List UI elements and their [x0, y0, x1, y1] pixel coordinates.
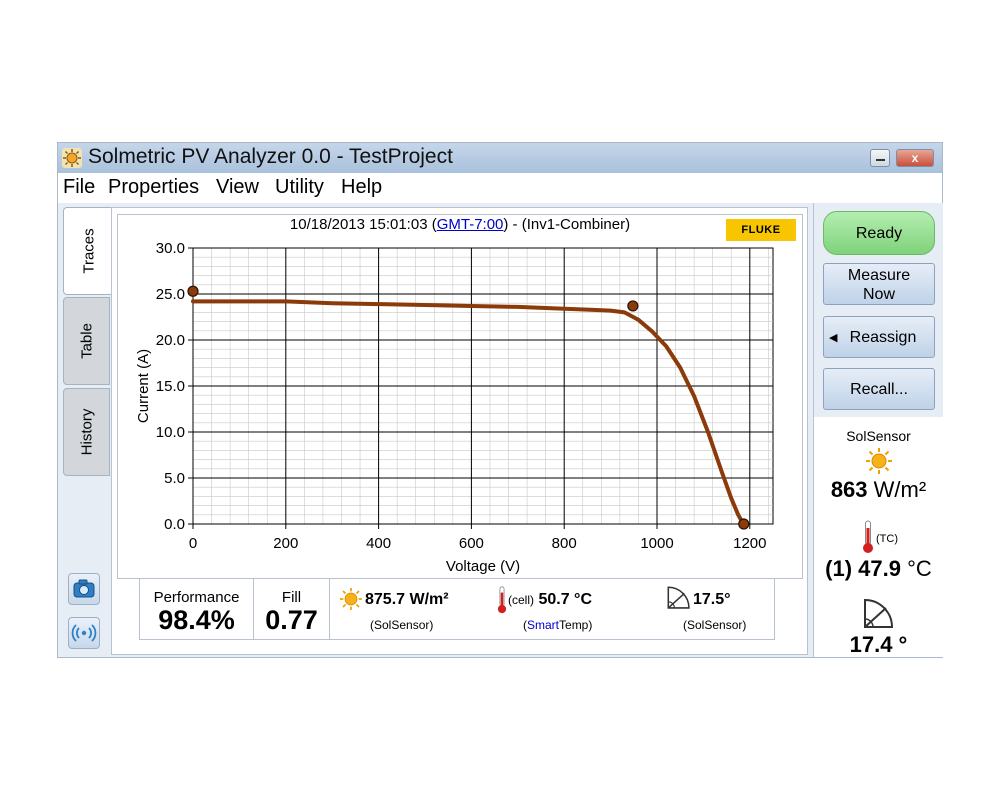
iv-curve-chart: 0.0 5.0 10.0 15.0 20.0 25.0 30.0 0 200 400 600 800 1…	[135, 240, 774, 575]
x-tick-label: 600	[459, 535, 484, 552]
tab-traces-label: Traces	[80, 228, 97, 274]
y-tick-label: 0.0	[164, 516, 185, 533]
reassign-button[interactable]: ◀ Reassign	[823, 316, 935, 358]
irradiance-readout: 863 W/m²	[814, 477, 943, 503]
tab-table-label: Table	[78, 323, 95, 359]
curve-marker	[738, 518, 750, 530]
temperature-unit: °C	[907, 556, 932, 581]
performance-label: Performance	[153, 589, 240, 606]
recall-button[interactable]: Recall...	[823, 368, 935, 410]
menu-utility[interactable]: Utility	[275, 176, 324, 199]
cell-prefix: (cell)	[508, 593, 534, 607]
cell-source-brand: Smart	[527, 618, 560, 632]
title-bar: Solmetric PV Analyzer 0.0 - TestProject …	[58, 143, 942, 173]
x-tick-label: 0	[189, 535, 197, 552]
temperature-value: (1) 47.9	[825, 556, 901, 581]
cell-source-rest: Temp)	[559, 618, 593, 632]
tilt-stat: 17.5°	[693, 591, 731, 608]
thermometer-icon	[497, 586, 507, 614]
solsensor-title: SolSensor	[846, 428, 911, 444]
protractor-icon	[864, 598, 894, 628]
temperature-readout: (1) 47.9 °C	[814, 556, 943, 582]
trace-combiner: ) - (Inv1-Combiner)	[503, 216, 631, 233]
measure-now-button[interactable]: Measure Now	[823, 263, 935, 305]
sun-icon	[866, 448, 892, 474]
y-tick-label: 20.0	[156, 332, 185, 349]
cell-temp-value: 50.7 °C	[538, 591, 592, 608]
tilt-source: (SolSensor)	[683, 618, 747, 632]
menu-properties[interactable]: Properties	[108, 176, 199, 199]
y-tick-label: 30.0	[156, 240, 185, 257]
reassign-label: Reassign	[849, 329, 917, 346]
trace-timestamp: 10/18/2013 15:01:03 (	[289, 216, 437, 233]
sun-icon	[340, 588, 362, 610]
tc-label: (TC)	[876, 533, 898, 545]
x-tick-label: 400	[366, 535, 391, 552]
measure-label-line1: Measure	[847, 267, 911, 284]
y-tick-label: 5.0	[164, 470, 185, 487]
menu-help[interactable]: Help	[341, 176, 382, 199]
irradiance-stat: 875.7 W/m²	[365, 591, 449, 608]
irradiance-source: (SolSensor)	[370, 618, 434, 632]
menu-view[interactable]: View	[216, 176, 259, 199]
x-tick-label: 200	[273, 535, 298, 552]
irradiance-value: 863	[830, 477, 868, 502]
close-button[interactable]: x	[896, 149, 934, 167]
minimize-icon	[876, 159, 885, 161]
fill-value: 0.77	[265, 605, 318, 635]
performance-box: Performance 98.4%	[140, 579, 254, 639]
x-axis-label: Voltage (V)	[446, 558, 520, 575]
curve-marker	[627, 300, 639, 312]
trace-header: 10/18/2013 15:01:03 (GMT-7:00) - (Inv1-C…	[0, 216, 960, 233]
minimize-button[interactable]	[870, 149, 890, 167]
right-panel: Ready Measure Now ◀ Reassign Recall... S…	[813, 203, 943, 657]
fill-label: Fill	[281, 589, 302, 606]
tab-history[interactable]: History	[63, 388, 110, 476]
performance-value: 98.4%	[158, 605, 235, 635]
menu-bar: File Properties View Utility Help	[58, 173, 942, 203]
x-tick-label: 800	[552, 535, 577, 552]
window-title: Solmetric PV Analyzer 0.0 - TestProject	[88, 145, 453, 168]
y-tick-label: 10.0	[156, 424, 185, 441]
cell-temp-stat: (cell) 50.7 °C	[508, 591, 592, 609]
tab-table[interactable]: Table	[63, 297, 110, 385]
caret-left-icon: ◀	[829, 332, 838, 344]
camera-button[interactable]	[68, 573, 100, 605]
sun-app-icon	[62, 148, 82, 168]
thermometer-icon	[863, 520, 873, 553]
y-axis-label: Current (A)	[135, 349, 152, 423]
tilt-readout: 17.4 °	[849, 632, 908, 657]
menu-file[interactable]: File	[63, 176, 95, 199]
camera-icon	[73, 579, 95, 598]
wireless-icon	[71, 624, 97, 642]
irradiance-unit: W/m²	[873, 477, 927, 502]
wireless-button[interactable]	[68, 617, 100, 649]
measure-label-line2: Now	[862, 286, 895, 303]
x-tick-label: 1200	[733, 535, 766, 552]
cell-temp-source: (SmartTemp)	[523, 618, 592, 632]
fill-box: Fill 0.77	[254, 579, 330, 639]
curve-marker	[187, 285, 199, 297]
sensor-readings-panel: SolSensor 863 W/m² (TC) (1) 47.9 °C 17.4…	[814, 417, 943, 657]
x-tick-label: 1000	[640, 535, 673, 552]
y-tick-label: 15.0	[156, 378, 185, 395]
y-tick-label: 25.0	[156, 286, 185, 303]
protractor-icon	[667, 586, 690, 609]
tab-history-label: History	[78, 408, 95, 456]
timezone-link[interactable]: GMT-7:00	[437, 216, 504, 233]
stats-bar: Performance 98.4% Fill 0.77 875.7 W/m² (…	[139, 578, 775, 640]
